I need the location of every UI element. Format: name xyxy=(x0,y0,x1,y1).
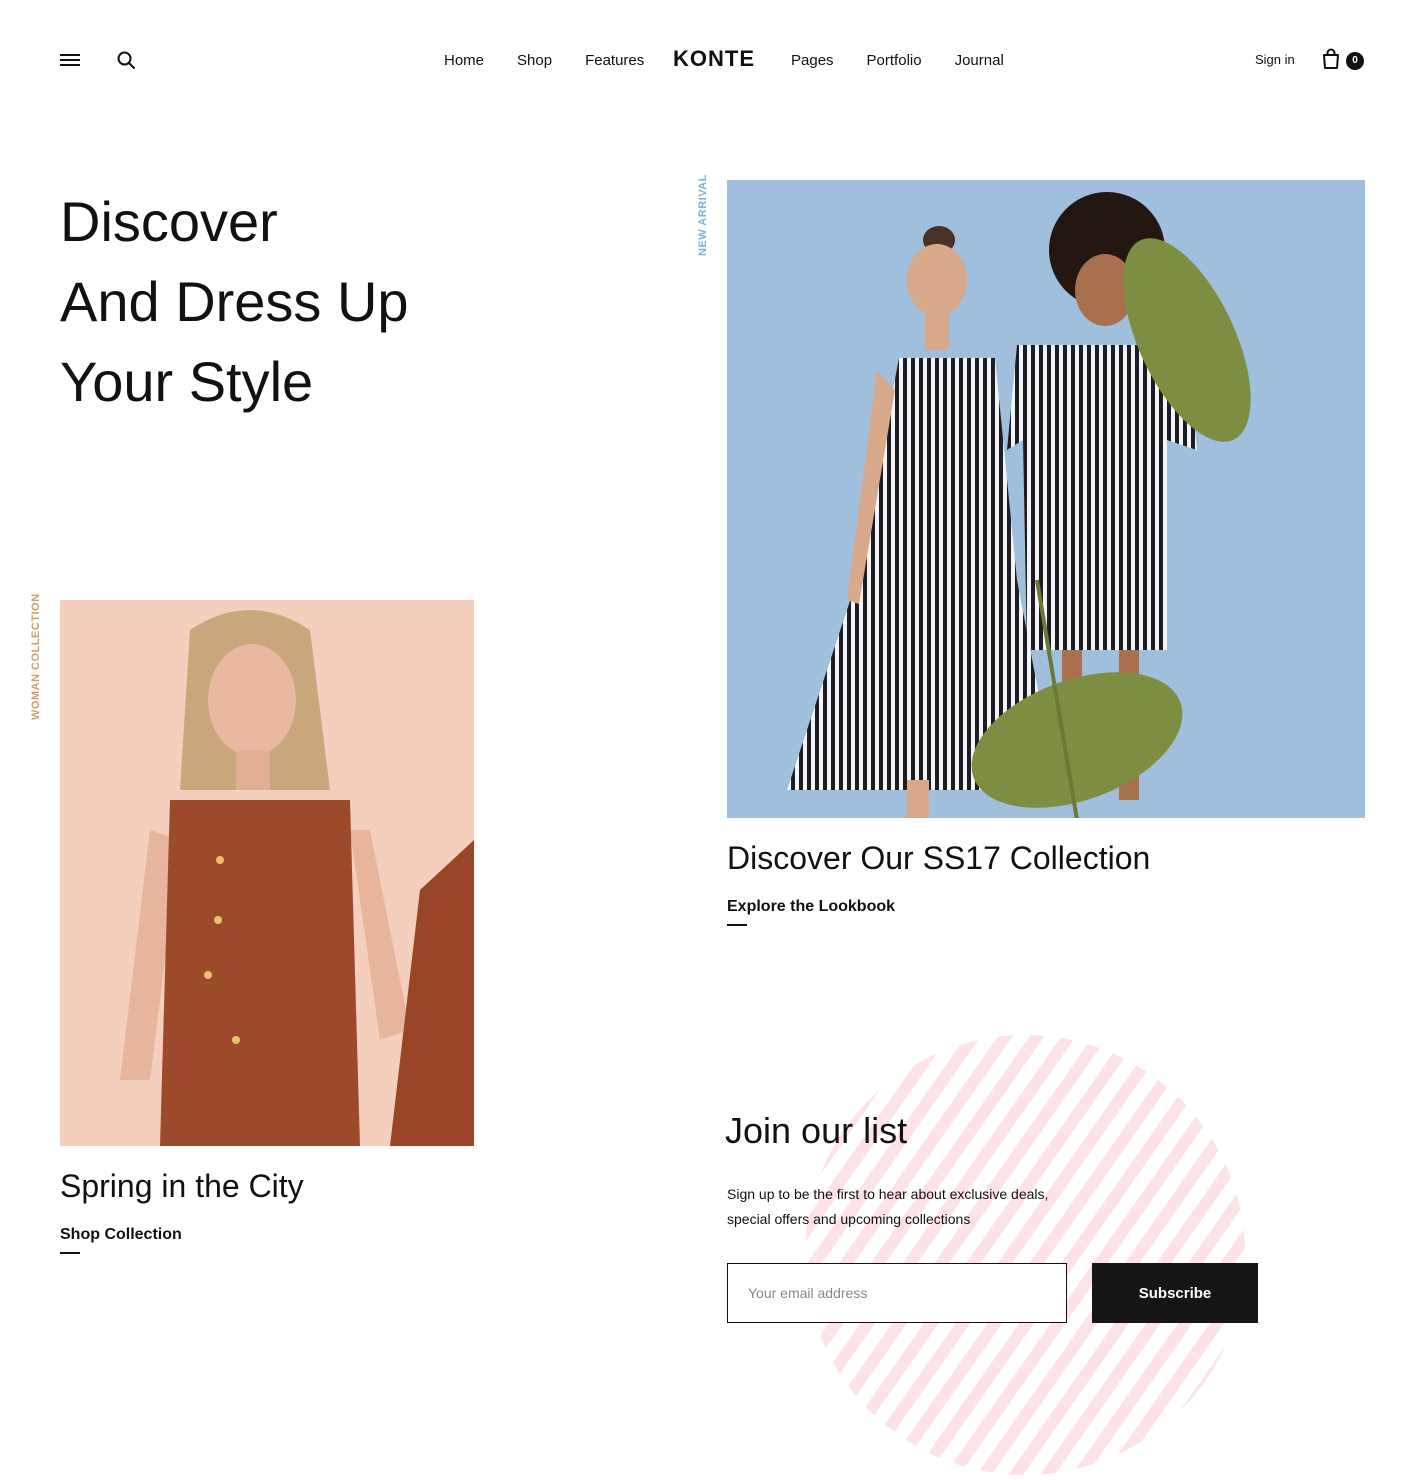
hero-title-line: Your Style xyxy=(60,350,314,413)
cart-button[interactable]: 0 xyxy=(1321,48,1367,74)
explore-lookbook-link[interactable]: Explore the Lookbook xyxy=(727,898,895,926)
search-icon[interactable] xyxy=(116,50,136,70)
nav-link-home[interactable]: Home xyxy=(444,52,484,69)
nav-link-features[interactable]: Features xyxy=(585,52,644,69)
subscribe-button[interactable]: Subscribe xyxy=(1092,1263,1258,1323)
shopping-bag-icon xyxy=(1323,48,1339,69)
main-nav-left: Home Shop Features xyxy=(444,48,677,72)
cart-count-badge: 0 xyxy=(1346,52,1364,70)
hamburger-menu-icon[interactable] xyxy=(60,52,80,68)
hero-title-line: Discover xyxy=(60,190,278,253)
new-arrival-label: NEW ARRIVAL xyxy=(697,174,709,256)
newsletter-description: Sign up to be the first to hear about ex… xyxy=(727,1186,1049,1227)
woman-collection-label: WOMAN COLLECTION xyxy=(30,593,42,720)
site-logo[interactable]: KONTE xyxy=(672,46,756,72)
spring-city-title: Spring in the City xyxy=(60,1168,304,1204)
main-nav-right: Pages Portfolio Journal xyxy=(791,48,1037,72)
email-input[interactable] xyxy=(727,1263,1067,1323)
two-models-striped-dresses-image xyxy=(727,180,1365,818)
hero-title-line: And Dress Up xyxy=(60,270,409,333)
shop-collection-link[interactable]: Shop Collection xyxy=(60,1226,182,1254)
newsletter-title: Join our list xyxy=(725,1110,908,1151)
nav-link-journal[interactable]: Journal xyxy=(955,52,1004,69)
sign-in-link[interactable]: Sign in xyxy=(1255,52,1295,67)
nav-link-portfolio[interactable]: Portfolio xyxy=(867,52,922,69)
striped-circle-decoration xyxy=(805,1035,1245,1475)
nav-link-shop[interactable]: Shop xyxy=(517,52,552,69)
ss17-collection-image[interactable] xyxy=(727,180,1365,818)
nav-link-pages[interactable]: Pages xyxy=(791,52,834,69)
site-header: Home Shop Features KONTE Pages Portfolio… xyxy=(0,0,1425,120)
ss17-collection-title: Discover Our SS17 Collection xyxy=(727,840,1151,876)
spring-city-image[interactable] xyxy=(60,600,474,1146)
model-rust-dress-image xyxy=(60,600,474,1146)
hero-title: Discover And Dress Up Your Style xyxy=(60,182,620,422)
